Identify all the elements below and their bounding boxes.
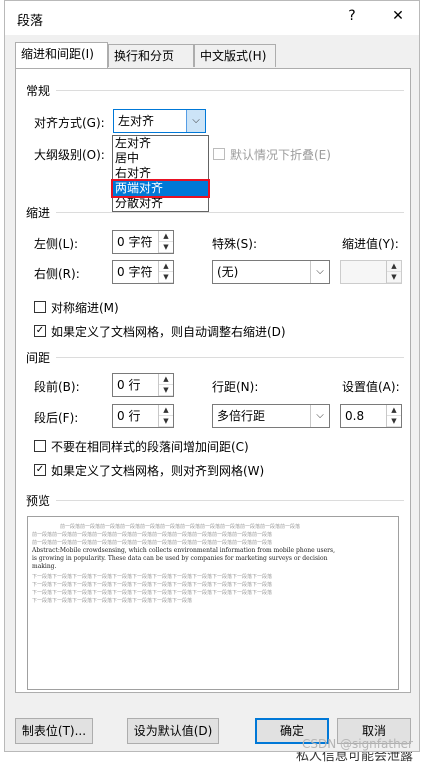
indent-right-stepper[interactable]: ▲ ▼: [158, 261, 173, 283]
mirror-indent-label: 对称缩进(M): [51, 301, 119, 315]
title-bar: 段落 ? ✕: [5, 1, 419, 35]
spin-up-icon[interactable]: ▲: [159, 261, 173, 272]
indent-right-spinner[interactable]: 0 字符 ▲ ▼: [112, 260, 174, 284]
space-before-value: 0 行: [117, 378, 141, 392]
preview-next-paragraph: 下一段落下一段落下一段落下一段落下一段落下一段落下一段落下一段落下一段落下一段落…: [32, 598, 192, 604]
collapse-label: 默认情况下折叠(E): [230, 148, 331, 162]
preview-next-paragraph: 下一段落下一段落下一段落下一段落下一段落下一段落下一段落下一段落下一段落下一段落…: [32, 590, 273, 596]
space-before-label: 段前(B):: [34, 380, 80, 394]
spacing-at-value: 0.8: [345, 409, 365, 423]
space-after-stepper[interactable]: ▲ ▼: [158, 405, 173, 427]
space-before-stepper[interactable]: ▲ ▼: [158, 374, 173, 396]
spacing-header: 间距: [26, 351, 51, 365]
auto-adjust-checkbox[interactable]: ✓: [34, 325, 46, 337]
indent-by-label: 缩进值(Y):: [342, 237, 399, 251]
spin-down-icon[interactable]: ▼: [159, 416, 173, 427]
indent-left-spinner[interactable]: 0 字符 ▲ ▼: [112, 230, 174, 254]
indent-left-label: 左侧(L):: [34, 237, 79, 251]
preview-divider: [56, 500, 404, 501]
spin-down-icon[interactable]: ▼: [387, 416, 401, 427]
spin-down-icon[interactable]: ▼: [159, 385, 173, 396]
indent-right-value: 0 字符: [117, 265, 153, 279]
help-button[interactable]: ?: [341, 8, 363, 24]
spin-down-icon[interactable]: ▼: [387, 272, 401, 283]
spin-down-icon[interactable]: ▼: [159, 272, 173, 283]
chevron-down-icon[interactable]: ⌵: [310, 405, 329, 427]
outline-level-label: 大纲级别(O):: [34, 148, 105, 162]
special-indent-select[interactable]: (无) ⌵: [212, 260, 330, 284]
mirror-indent-checkbox[interactable]: [34, 301, 46, 313]
space-before-spinner[interactable]: 0 行 ▲ ▼: [112, 373, 174, 397]
spin-down-icon[interactable]: ▼: [159, 242, 173, 253]
spin-up-icon[interactable]: ▲: [159, 374, 173, 385]
tabs-button[interactable]: 制表位(T)...: [15, 718, 93, 744]
preview-previous-paragraph: 前一段落前一段落前一段落前一段落前一段落前一段落前一段落前一段落前一段落前一段落…: [60, 524, 301, 530]
space-after-spinner[interactable]: 0 行 ▲ ▼: [112, 404, 174, 428]
preview-next-paragraph: 下一段落下一段落下一段落下一段落下一段落下一段落下一段落下一段落下一段落下一段落…: [32, 582, 273, 588]
indent-divider: [56, 212, 404, 213]
alignment-option-distributed[interactable]: 分散对齐: [113, 196, 208, 211]
spacing-at-spinner[interactable]: 0.8 ▲ ▼: [340, 404, 402, 428]
tab-asian-typography[interactable]: 中文版式(H): [194, 44, 276, 67]
special-indent-value: (无): [217, 265, 239, 279]
tab-line-page-breaks[interactable]: 换行和分页(P): [108, 44, 194, 86]
snap-to-grid-checkbox[interactable]: ✓: [34, 464, 46, 476]
indent-by-stepper[interactable]: ▲ ▼: [386, 261, 401, 283]
watermark: CSDN @signfather: [301, 737, 413, 751]
space-after-label: 段后(F):: [34, 411, 79, 425]
general-header: 常规: [26, 84, 51, 98]
spin-up-icon[interactable]: ▲: [159, 405, 173, 416]
indent-header: 缩进: [26, 206, 51, 220]
set-default-button[interactable]: 设为默认值(D): [127, 718, 219, 744]
preview-header: 预览: [26, 494, 51, 508]
preview-sample-line: Abstract:Mobile crowdsensing, which coll…: [32, 547, 335, 554]
dialog-title: 段落: [17, 14, 44, 29]
preview-sample-line: making.: [32, 563, 57, 570]
alignment-value: 左对齐: [118, 114, 155, 128]
chevron-down-icon[interactable]: ⌵: [186, 110, 205, 132]
preview-box: 前一段落前一段落前一段落前一段落前一段落前一段落前一段落前一段落前一段落前一段落…: [27, 516, 399, 690]
indent-left-stepper[interactable]: ▲ ▼: [158, 231, 173, 253]
chevron-down-icon[interactable]: ⌵: [310, 261, 329, 283]
no-space-same-style-checkbox[interactable]: [34, 440, 46, 452]
indent-left-value: 0 字符: [117, 235, 153, 249]
spacing-divider: [56, 357, 404, 358]
special-indent-label: 特殊(S):: [212, 237, 258, 251]
indent-by-spinner[interactable]: ▲ ▼: [340, 260, 402, 284]
preview-next-paragraph: 下一段落下一段落下一段落下一段落下一段落下一段落下一段落下一段落下一段落下一段落…: [32, 574, 273, 580]
general-divider: [56, 90, 404, 91]
alignment-select[interactable]: 左对齐 ⌵: [113, 109, 206, 133]
no-space-same-style-label: 不要在相同样式的段落间增加间距(C): [51, 440, 249, 454]
alignment-option-right[interactable]: 右对齐: [113, 166, 208, 181]
spacing-at-stepper[interactable]: ▲ ▼: [386, 405, 401, 427]
preview-previous-paragraph: 前一段落前一段落前一段落前一段落前一段落前一段落前一段落前一段落前一段落前一段落…: [32, 532, 273, 538]
collapse-checkbox[interactable]: [213, 148, 225, 160]
close-button[interactable]: ✕: [387, 8, 409, 24]
auto-adjust-label: 如果定义了文档网格，则自动调整右缩进(D): [51, 325, 286, 339]
tab-indent-spacing[interactable]: 缩进和间距(I): [15, 42, 108, 68]
line-spacing-value: 多倍行距: [217, 409, 266, 423]
alignment-label: 对齐方式(G):: [34, 116, 105, 130]
alignment-option-left[interactable]: 左对齐: [113, 136, 208, 151]
paragraph-dialog: 段落 ? ✕ 缩进和间距(I) 换行和分页(P) 中文版式(H) 常规 对齐方式…: [4, 0, 420, 752]
spacing-at-label: 设置值(A):: [342, 380, 400, 394]
preview-sample-line: is growing in popularity. These data can…: [32, 555, 328, 562]
snap-to-grid-label: 如果定义了文档网格，则对齐到网格(W): [51, 464, 265, 478]
spin-up-icon[interactable]: ▲: [159, 231, 173, 242]
alignment-dropdown-list: 左对齐 居中 右对齐 两端对齐 分散对齐: [111, 135, 210, 212]
preview-previous-paragraph: 前一段落前一段落前一段落前一段落前一段落前一段落前一段落前一段落前一段落前一段落…: [32, 540, 273, 546]
indent-right-label: 右侧(R):: [34, 267, 80, 281]
alignment-option-center[interactable]: 居中: [113, 151, 208, 166]
spin-up-icon[interactable]: ▲: [387, 405, 401, 416]
spin-up-icon[interactable]: ▲: [387, 261, 401, 272]
line-spacing-select[interactable]: 多倍行距 ⌵: [212, 404, 330, 428]
alignment-option-justify[interactable]: 两端对齐: [111, 179, 210, 198]
line-spacing-label: 行距(N):: [212, 380, 259, 394]
space-after-value: 0 行: [117, 409, 141, 423]
